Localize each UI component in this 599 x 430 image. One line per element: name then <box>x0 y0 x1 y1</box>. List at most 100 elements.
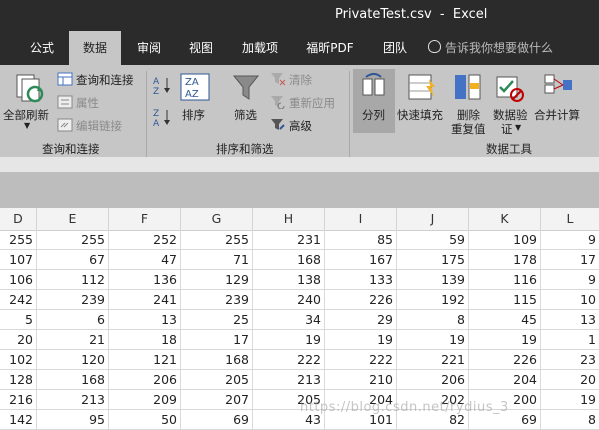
table-cell[interactable]: 167 <box>325 250 397 269</box>
table-cell[interactable]: 205 <box>181 370 253 389</box>
flash-fill-button[interactable]: 快速填充 <box>397 73 447 131</box>
table-cell[interactable]: 19 <box>469 330 541 349</box>
table-cell[interactable]: 19 <box>325 330 397 349</box>
table-cell[interactable]: 239 <box>37 290 109 309</box>
edit-links-button[interactable]: 编辑链接 <box>57 117 141 135</box>
sort-ascending-button[interactable]: A Z <box>152 75 174 95</box>
table-cell[interactable]: 20 <box>0 330 37 349</box>
tab-view[interactable]: 视图 <box>178 31 224 65</box>
table-cell[interactable]: 178 <box>469 250 541 269</box>
table-cell[interactable]: 255 <box>37 230 109 249</box>
remove-duplicates-button[interactable]: 删除 重复值 <box>449 73 489 137</box>
table-cell[interactable]: 10 <box>541 290 599 309</box>
table-cell[interactable]: 216 <box>0 390 37 409</box>
column-header-d[interactable]: D <box>0 208 37 230</box>
table-cell[interactable]: 1 <box>541 330 599 349</box>
column-header-g[interactable]: G <box>181 208 253 230</box>
table-cell[interactable]: 29 <box>325 310 397 329</box>
table-cell[interactable]: 204 <box>469 370 541 389</box>
consolidate-button[interactable]: 合并计算 <box>533 73 585 131</box>
data-validation-button[interactable]: 数据验 证 ▼ <box>491 73 531 137</box>
table-cell[interactable]: 13 <box>541 310 599 329</box>
table-cell[interactable]: 107 <box>0 250 37 269</box>
table-cell[interactable]: 168 <box>37 370 109 389</box>
table-cell[interactable]: 168 <box>253 250 325 269</box>
table-cell[interactable]: 242 <box>0 290 37 309</box>
table-cell[interactable]: 210 <box>325 370 397 389</box>
table-cell[interactable]: 120 <box>37 350 109 369</box>
table-cell[interactable]: 17 <box>181 330 253 349</box>
table-cell[interactable]: 115 <box>469 290 541 309</box>
column-header-k[interactable]: K <box>469 208 541 230</box>
table-cell[interactable]: 109 <box>469 230 541 249</box>
queries-connections-button[interactable]: 查询和连接 <box>57 71 141 89</box>
table-cell[interactable]: 168 <box>181 350 253 369</box>
table-cell[interactable]: 5 <box>0 310 37 329</box>
tab-team[interactable]: 团队 <box>372 31 418 65</box>
table-cell[interactable]: 102 <box>0 350 37 369</box>
table-cell[interactable]: 255 <box>0 230 37 249</box>
table-cell[interactable]: 207 <box>181 390 253 409</box>
table-cell[interactable]: 69 <box>181 410 253 429</box>
formula-bar[interactable] <box>0 172 599 208</box>
table-cell[interactable]: 8 <box>541 410 599 429</box>
properties-button[interactable]: 属性 <box>57 94 141 112</box>
table-cell[interactable]: 139 <box>397 270 469 289</box>
table-cell[interactable]: 19 <box>397 330 469 349</box>
table-cell[interactable]: 19 <box>541 390 599 409</box>
table-cell[interactable]: 252 <box>109 230 181 249</box>
table-cell[interactable]: 71 <box>181 250 253 269</box>
reapply-button[interactable]: 重新应用 <box>270 94 342 112</box>
table-cell[interactable]: 116 <box>469 270 541 289</box>
table-cell[interactable]: 106 <box>0 270 37 289</box>
table-cell[interactable]: 45 <box>469 310 541 329</box>
table-cell[interactable]: 95 <box>37 410 109 429</box>
table-cell[interactable]: 17 <box>541 250 599 269</box>
table-cell[interactable]: 213 <box>37 390 109 409</box>
table-cell[interactable]: 129 <box>181 270 253 289</box>
table-cell[interactable]: 136 <box>109 270 181 289</box>
table-cell[interactable]: 255 <box>181 230 253 249</box>
table-cell[interactable]: 23 <box>541 350 599 369</box>
column-header-f[interactable]: F <box>109 208 181 230</box>
table-cell[interactable]: 8 <box>397 310 469 329</box>
table-cell[interactable]: 240 <box>253 290 325 309</box>
table-cell[interactable]: 226 <box>325 290 397 309</box>
table-cell[interactable]: 34 <box>253 310 325 329</box>
table-cell[interactable]: 85 <box>325 230 397 249</box>
column-header-i[interactable]: I <box>325 208 397 230</box>
tab-data[interactable]: 数据 <box>69 31 121 65</box>
tab-formulas[interactable]: 公式 <box>18 31 66 65</box>
table-cell[interactable]: 192 <box>397 290 469 309</box>
table-cell[interactable]: 222 <box>253 350 325 369</box>
table-cell[interactable]: 121 <box>109 350 181 369</box>
table-cell[interactable]: 142 <box>0 410 37 429</box>
table-cell[interactable]: 209 <box>109 390 181 409</box>
table-cell[interactable]: 13 <box>109 310 181 329</box>
table-cell[interactable]: 133 <box>325 270 397 289</box>
table-cell[interactable]: 9 <box>541 230 599 249</box>
refresh-all-button[interactable]: 全部刷新 ▼ <box>2 71 54 135</box>
clear-filter-button[interactable]: 清除 <box>270 71 342 89</box>
column-header-l[interactable]: L <box>541 208 599 230</box>
table-cell[interactable]: 20 <box>541 370 599 389</box>
table-cell[interactable]: 128 <box>0 370 37 389</box>
table-cell[interactable]: 138 <box>253 270 325 289</box>
advanced-filter-button[interactable]: 高级 <box>270 117 342 135</box>
sort-descending-button[interactable]: Z A <box>152 107 174 127</box>
column-header-j[interactable]: J <box>397 208 469 230</box>
table-cell[interactable]: 206 <box>109 370 181 389</box>
table-cell[interactable]: 175 <box>397 250 469 269</box>
column-header-h[interactable]: H <box>253 208 325 230</box>
table-cell[interactable]: 239 <box>181 290 253 309</box>
tab-foxit-pdf[interactable]: 福昕PDF <box>296 31 364 65</box>
table-cell[interactable]: 25 <box>181 310 253 329</box>
column-header-e[interactable]: E <box>37 208 109 230</box>
table-cell[interactable]: 6 <box>37 310 109 329</box>
table-cell[interactable]: 18 <box>109 330 181 349</box>
table-cell[interactable]: 9 <box>541 270 599 289</box>
table-cell[interactable]: 47 <box>109 250 181 269</box>
table-cell[interactable]: 19 <box>253 330 325 349</box>
text-to-columns-button[interactable]: 分列 <box>353 69 395 133</box>
table-cell[interactable]: 226 <box>469 350 541 369</box>
